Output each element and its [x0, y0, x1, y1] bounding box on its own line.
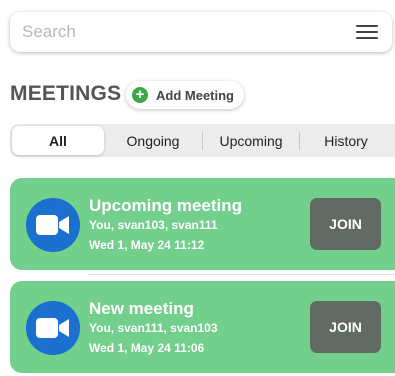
list-divider: [88, 274, 395, 275]
meeting-participants: You, svan111, svan103: [89, 321, 218, 335]
meeting-participants: You, svan103, svan111: [89, 218, 218, 232]
video-camera-icon: [26, 198, 80, 252]
add-meeting-label: Add Meeting: [156, 87, 234, 103]
page-title: MEETINGS: [10, 82, 122, 105]
meeting-title: New meeting: [89, 299, 194, 318]
meeting-card[interactable]: Upcoming meeting You, svan103, svan111 W…: [10, 178, 395, 270]
filter-tabs: All Ongoing Upcoming History: [10, 124, 395, 157]
tab-upcoming[interactable]: Upcoming: [203, 126, 299, 155]
hamburger-icon[interactable]: [356, 25, 378, 39]
search-bar[interactable]: [10, 12, 392, 52]
meeting-time: Wed 1, May 24 11:06: [89, 341, 205, 355]
tab-ongoing[interactable]: Ongoing: [104, 126, 202, 155]
video-camera-icon: [26, 301, 80, 355]
join-button[interactable]: JOIN: [310, 198, 381, 250]
plus-circle-icon: +: [132, 87, 148, 103]
meeting-title: Upcoming meeting: [89, 196, 243, 215]
meeting-card[interactable]: New meeting You, svan111, svan103 Wed 1,…: [10, 281, 395, 373]
meeting-time: Wed 1, May 24 11:12: [89, 238, 205, 252]
search-input[interactable]: [22, 22, 356, 42]
tab-history[interactable]: History: [300, 126, 392, 155]
tab-all[interactable]: All: [12, 126, 104, 155]
add-meeting-button[interactable]: + Add Meeting: [126, 81, 244, 109]
join-button[interactable]: JOIN: [310, 301, 381, 353]
